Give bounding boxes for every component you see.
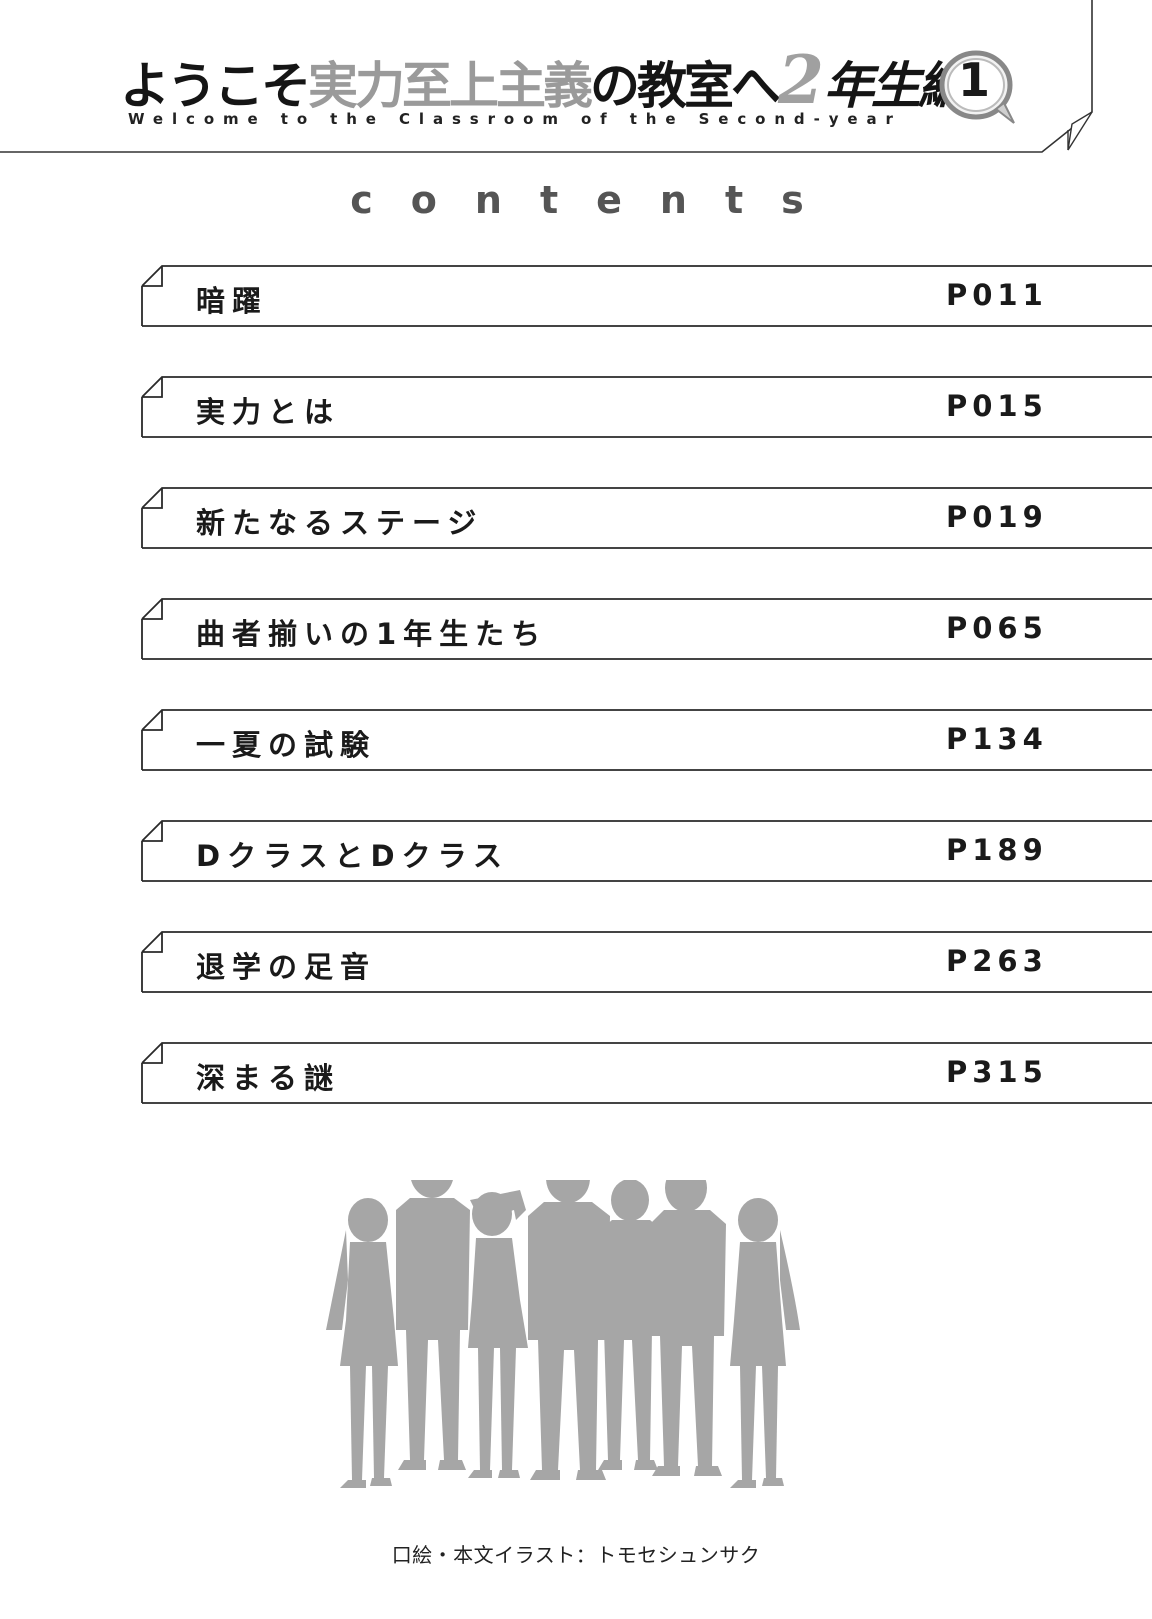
toc-title: 退学の足音 [196, 950, 377, 984]
toc-page-number: P019 [946, 500, 1048, 534]
toc-page-number: P011 [946, 278, 1048, 312]
toc-title: 深まる謎 [196, 1061, 341, 1095]
toc-entry[interactable]: 新たなるステージ P019 [140, 484, 1152, 550]
toc-title: 暗躍 [196, 284, 269, 318]
character-silhouettes-image [326, 1180, 800, 1488]
toc-entry[interactable]: 一夏の試験 P134 [140, 706, 1152, 772]
toc-page-number: P189 [946, 833, 1048, 867]
toc-title: 実力とは [196, 395, 341, 429]
toc-entry[interactable]: 深まる謎 P315 [140, 1039, 1152, 1105]
toc-title: 曲者揃いの1年生たち [196, 617, 548, 651]
volume-badge: 1 [934, 47, 1026, 131]
title-part-3: の教室へ [590, 56, 781, 115]
title-part-4: 2 [778, 41, 824, 119]
toc-page-number: P134 [946, 722, 1048, 756]
illustration-credit: 口絵・本文イラスト：トモセシュンサク [391, 1543, 761, 1567]
toc-title: 新たなるステージ [196, 506, 484, 540]
toc-page-number: P015 [946, 389, 1048, 423]
toc-title: 一夏の試験 [196, 728, 377, 762]
toc-title: DクラスとDクラス [196, 839, 509, 873]
book-title: ようこそ実力至上主義の教室へ2年生編 [120, 47, 968, 116]
toc-entry[interactable]: 実力とは P015 [140, 373, 1152, 439]
contents-heading: contents [350, 178, 842, 222]
volume-number: 1 [957, 53, 990, 107]
title-part-1: ようこそ [120, 56, 311, 115]
toc-entry[interactable]: DクラスとDクラス P189 [140, 817, 1152, 883]
toc-entry[interactable]: 暗躍 P011 [140, 262, 1152, 328]
toc-page-number: P065 [946, 611, 1048, 645]
title-part-2: 実力至上主義 [308, 56, 593, 115]
toc-page: { "header": { "title_part1": "ようこそ", "ti… [0, 0, 1152, 1619]
english-subtitle: Welcome to the Classroom of the Second-y… [128, 110, 902, 128]
toc-page-number: P263 [946, 944, 1048, 978]
toc-page-number: P315 [946, 1055, 1048, 1089]
toc-entry[interactable]: 退学の足音 P263 [140, 928, 1152, 994]
toc-entry[interactable]: 曲者揃いの1年生たち P065 [140, 595, 1152, 661]
